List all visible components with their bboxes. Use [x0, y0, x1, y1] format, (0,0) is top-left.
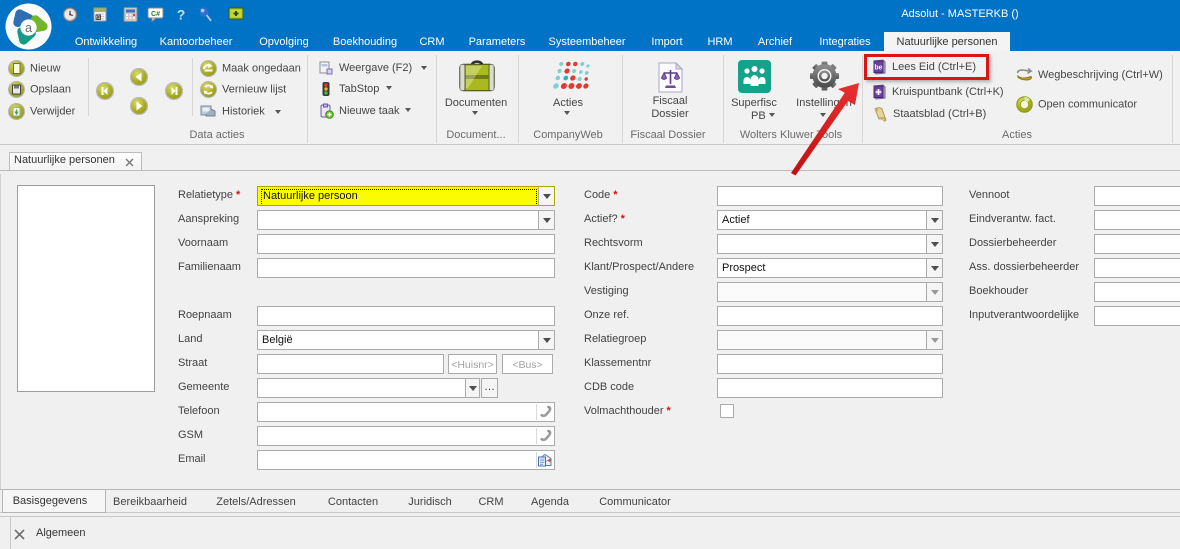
svg-text:a: a [25, 20, 33, 35]
svg-text:?: ? [177, 7, 186, 22]
svg-text:t1: t1 [96, 15, 100, 21]
svg-text:C#: C# [151, 11, 160, 18]
